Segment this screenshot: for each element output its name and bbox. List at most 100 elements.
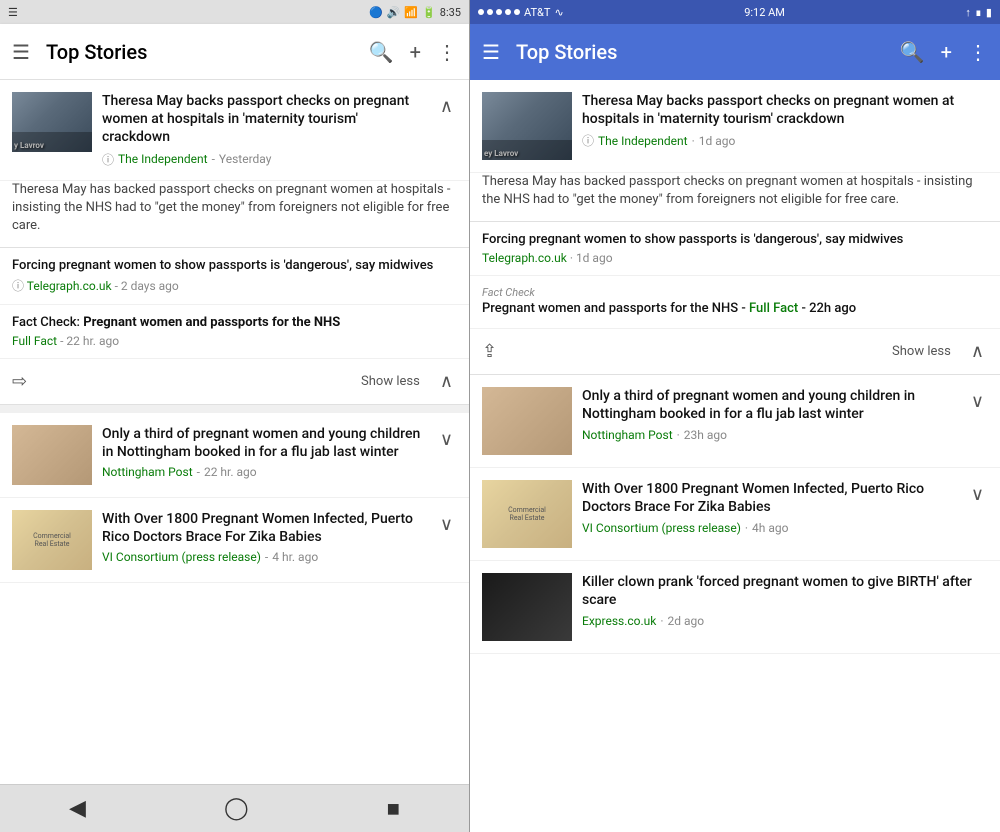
main-time-right: 1d ago bbox=[699, 134, 736, 148]
lavrov-label-right: ey Lavrov bbox=[484, 149, 518, 158]
status-icon-left: ☰ bbox=[8, 6, 18, 19]
fact-check-label-right: Fact Check bbox=[482, 286, 988, 299]
signal-dots bbox=[478, 9, 520, 15]
story-2-sname-right: Nottingham Post bbox=[582, 428, 673, 442]
search-icon[interactable]: 🔍 bbox=[369, 40, 394, 64]
main-source-name-right: The Independent bbox=[598, 134, 688, 148]
main-story-text: Theresa May backs passport checks on pre… bbox=[102, 92, 426, 168]
story-2-title[interactable]: Only a third of pregnant women and young… bbox=[102, 425, 426, 461]
carrier-name: AT&T bbox=[524, 6, 550, 19]
story-2-title-right[interactable]: Only a third of pregnant women and young… bbox=[582, 387, 957, 423]
story-4-sname-right: Express.co.uk bbox=[582, 614, 656, 628]
story-3-title[interactable]: With Over 1800 Pregnant Women Infected, … bbox=[102, 510, 426, 546]
main-story-thumb-right: ey Lavrov bbox=[482, 92, 572, 160]
story-4-thumb-right bbox=[482, 573, 572, 641]
show-less-left-side: ⇨ bbox=[12, 371, 345, 392]
fact-check-item-right: Fact Check Pregnant women and passports … bbox=[470, 276, 1000, 329]
hamburger-menu-icon-right[interactable]: ☰ bbox=[482, 40, 500, 64]
search-icon-right[interactable]: 🔍 bbox=[900, 40, 925, 64]
story-3-time-right: 4h ago bbox=[752, 521, 788, 535]
main-story-chevron-up[interactable]: ∧ bbox=[436, 92, 457, 168]
story-4-title-right[interactable]: Killer clown prank 'forced pregnant wome… bbox=[582, 573, 988, 609]
main-story-title-right[interactable]: Theresa May backs passport checks on pre… bbox=[582, 92, 988, 128]
story-3-source-name: VI Consortium (press release) bbox=[102, 550, 261, 564]
main-story-title[interactable]: Theresa May backs passport checks on pre… bbox=[102, 92, 426, 147]
related-story-1-source: ⓘ Telegraph.co.uk - 2 days ago bbox=[12, 277, 457, 294]
story-4-item-right: Killer clown prank 'forced pregnant wome… bbox=[470, 561, 1000, 654]
share-icon[interactable]: ⇨ bbox=[12, 371, 27, 392]
story-3-sname-right: VI Consortium (press release) bbox=[582, 521, 741, 535]
story-2-text-right: Only a third of pregnant women and young… bbox=[582, 387, 957, 441]
story-2-chevron-right[interactable]: ∨ bbox=[967, 387, 988, 416]
related-1-source-right: Telegraph.co.uk · 1d ago bbox=[482, 251, 988, 265]
related-1-time-right: 1d ago bbox=[576, 251, 613, 265]
story-3-item: CommercialReal Estate With Over 1800 Pre… bbox=[0, 498, 469, 583]
realestate-image: CommercialReal Estate bbox=[12, 510, 92, 570]
story-4-source-right: Express.co.uk · 2d ago bbox=[582, 614, 988, 628]
story-2-time-right: 23h ago bbox=[684, 428, 727, 442]
show-less-chevron[interactable]: ∧ bbox=[436, 367, 457, 396]
lavrov-image: y Lavrov bbox=[12, 92, 92, 152]
related-1-title-right[interactable]: Forcing pregnant women to show passports… bbox=[482, 232, 988, 249]
main-story-section: y Lavrov Theresa May backs passport chec… bbox=[0, 80, 469, 248]
content-left: y Lavrov Theresa May backs passport chec… bbox=[0, 80, 469, 784]
main-story-thumb: y Lavrov bbox=[12, 92, 92, 152]
related-story-1-title[interactable]: Forcing pregnant women to show passports… bbox=[12, 258, 457, 275]
show-less-button[interactable]: Show less bbox=[361, 374, 420, 389]
related-1-sname-right: Telegraph.co.uk bbox=[482, 251, 567, 265]
fact-check-title-right[interactable]: Pregnant women and passports for the NHS… bbox=[482, 301, 988, 318]
share-icon-right[interactable]: ⇪ bbox=[482, 341, 497, 362]
related-1-time: 2 days ago bbox=[121, 279, 179, 293]
phone-right: AT&T ∿ 9:12 AM ↑ ∎ ▮ ☰ Top Stories 🔍 + ⋮… bbox=[470, 0, 1000, 832]
carrier-info: AT&T ∿ bbox=[478, 6, 564, 19]
fact-check-time: 22 hr. ago bbox=[66, 334, 119, 348]
story-4-text-right: Killer clown prank 'forced pregnant wome… bbox=[582, 573, 988, 627]
main-story-summary: Theresa May has backed passport checks o… bbox=[0, 181, 469, 249]
story-3-chevron[interactable]: ∨ bbox=[436, 510, 457, 539]
story-3-title-right[interactable]: With Over 1800 Pregnant Women Infected, … bbox=[582, 480, 957, 516]
recents-nav-button[interactable]: ■ bbox=[387, 796, 400, 822]
show-less-bar-left: ⇨ Show less ∧ bbox=[0, 359, 469, 405]
app-bar-left: ☰ Top Stories 🔍 + ⋮ bbox=[0, 24, 469, 80]
app-bar-title-left: Top Stories bbox=[46, 40, 369, 64]
realestate-image-right: CommercialReal Estate bbox=[482, 480, 572, 548]
app-bar-icons-right: 🔍 + ⋮ bbox=[900, 40, 988, 64]
story-2-chevron[interactable]: ∨ bbox=[436, 425, 457, 454]
show-less-button-right[interactable]: Show less bbox=[892, 344, 951, 359]
show-less-chevron-right[interactable]: ∧ bbox=[967, 337, 988, 366]
more-icon-right[interactable]: ⋮ bbox=[968, 40, 988, 64]
status-bar-left: ☰ 🔵 🔊 📶 🔋 8:35 bbox=[0, 0, 469, 24]
story-3-chevron-right[interactable]: ∨ bbox=[967, 480, 988, 509]
share-section-right: ⇪ bbox=[482, 341, 876, 362]
fact-check-title[interactable]: Fact Check: Pregnant women and passports… bbox=[12, 315, 457, 332]
main-story-source: ⓘ The Independent - Yesterday bbox=[102, 151, 426, 168]
lavrov-image-right: ey Lavrov bbox=[482, 92, 572, 160]
add-icon-right[interactable]: + bbox=[941, 40, 952, 64]
story-2-source-name: Nottingham Post bbox=[102, 465, 193, 479]
home-nav-button[interactable]: ◯ bbox=[224, 796, 249, 821]
wifi-icon: ∿ bbox=[554, 6, 563, 19]
status-bar-right: AT&T ∿ 9:12 AM ↑ ∎ ▮ bbox=[470, 0, 1000, 24]
clown-image bbox=[482, 573, 572, 641]
story-3-text-right: With Over 1800 Pregnant Women Infected, … bbox=[582, 480, 957, 534]
related-1-source-name: Telegraph.co.uk bbox=[27, 279, 112, 293]
injection-image bbox=[12, 425, 92, 485]
battery-icons-right: ↑ ∎ ▮ bbox=[965, 6, 992, 19]
hamburger-menu-icon[interactable]: ☰ bbox=[12, 40, 30, 64]
back-nav-button[interactable]: ◀ bbox=[69, 796, 86, 821]
more-icon[interactable]: ⋮ bbox=[437, 40, 457, 64]
main-story-time: Yesterday bbox=[219, 152, 272, 166]
content-right: ey Lavrov Theresa May backs passport che… bbox=[470, 80, 1000, 832]
app-bar-right: ☰ Top Stories 🔍 + ⋮ bbox=[470, 24, 1000, 80]
show-less-bar-right: ⇪ Show less ∧ bbox=[470, 329, 1000, 375]
story-3-text: With Over 1800 Pregnant Women Infected, … bbox=[102, 510, 426, 564]
status-icons-left: 🔵 🔊 📶 🔋 8:35 bbox=[369, 6, 461, 19]
fact-check-source-name: Full Fact bbox=[12, 334, 57, 348]
time-right: 9:12 AM bbox=[744, 6, 785, 19]
related-story-1: Forcing pregnant women to show passports… bbox=[0, 248, 469, 305]
add-icon[interactable]: + bbox=[410, 40, 421, 64]
phone-left: ☰ 🔵 🔊 📶 🔋 8:35 ☰ Top Stories 🔍 + ⋮ y Lav… bbox=[0, 0, 470, 832]
bottom-nav-left: ◀ ◯ ■ bbox=[0, 784, 469, 832]
story-3-item-right: CommercialReal Estate With Over 1800 Pre… bbox=[470, 468, 1000, 561]
app-bar-icons-left: 🔍 + ⋮ bbox=[369, 40, 457, 64]
